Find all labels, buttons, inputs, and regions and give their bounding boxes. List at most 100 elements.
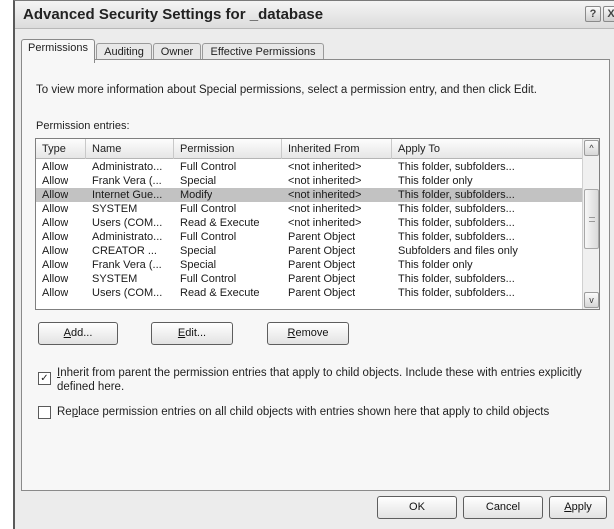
- row-cell-inherited: Parent Object: [288, 273, 356, 285]
- row-cell-name: Administrato...: [92, 231, 163, 243]
- table-row[interactable]: Allow SYSTEM Full Control <not inherited> Th…: [36, 202, 582, 216]
- row-cell-type: Allow: [42, 161, 69, 173]
- cancel-button[interactable]: Cancel: [463, 496, 543, 519]
- inherit-label-line2: defined here.: [57, 381, 125, 393]
- row-cell-apply: This folder, subfolders...: [398, 273, 515, 285]
- replace-prefix: Re: [57, 406, 72, 418]
- replace-rest: lace permission entries on all child obj…: [78, 406, 550, 418]
- add-button-label: dd...: [70, 327, 93, 339]
- scroll-thumb[interactable]: [584, 189, 599, 249]
- apply-button-mnemonic: A: [564, 501, 572, 513]
- row-cell-name: Users (COM...: [92, 217, 163, 229]
- replace-checkbox[interactable]: [38, 406, 51, 419]
- row-cell-name: Administrato...: [92, 161, 163, 173]
- help-icon[interactable]: ?: [585, 6, 601, 22]
- replace-permissions-option[interactable]: Replace permission entries on all child …: [38, 405, 598, 421]
- row-cell-type: Allow: [42, 259, 69, 271]
- scroll-down-icon[interactable]: v: [584, 292, 599, 308]
- list-header: Type Name Permission Inherited From Appl…: [36, 139, 582, 159]
- apply-button-label: pply: [571, 501, 592, 513]
- row-cell-name: Internet Gue...: [92, 189, 163, 201]
- column-header-permission[interactable]: Permission: [174, 139, 282, 159]
- row-cell-apply: This folder, subfolders...: [398, 189, 515, 201]
- row-cell-inherited: <not inherited>: [288, 217, 362, 229]
- table-row[interactable]: Allow Frank Vera (... Special <not inherite…: [36, 174, 582, 188]
- row-cell-inherited: Parent Object: [288, 245, 356, 257]
- row-cell-name: SYSTEM: [92, 203, 138, 215]
- row-cell-permission: Special: [180, 175, 217, 187]
- row-cell-type: Allow: [42, 175, 69, 187]
- tab-permissions[interactable]: Permissions: [21, 39, 95, 63]
- table-row[interactable]: Allow Administrato... Full Control Parent O…: [36, 230, 582, 244]
- permission-entries-label: Permission entries:: [36, 120, 130, 132]
- title-bar[interactable]: Advanced Security Settings for _database…: [15, 1, 614, 29]
- grip-icon: [589, 217, 595, 222]
- row-cell-apply: This folder, subfolders...: [398, 217, 515, 229]
- table-row[interactable]: Allow SYSTEM Full Control Parent Object This…: [36, 272, 582, 286]
- table-row[interactable]: Allow Administrato... Full Control <not inh…: [36, 160, 582, 174]
- row-cell-inherited: <not inherited>: [288, 175, 362, 187]
- table-row[interactable]: Allow Frank Vera (... Special Parent Object…: [36, 258, 582, 272]
- row-cell-type: Allow: [42, 245, 69, 257]
- permission-entries-list[interactable]: Type Name Permission Inherited From Appl…: [35, 138, 600, 310]
- security-settings-dialog: Advanced Security Settings for _database…: [13, 0, 614, 529]
- inherit-checkbox-label[interactable]: Inherit from parent the permission entri…: [57, 366, 582, 394]
- table-row[interactable]: Allow Internet Gue... Modify <not inherited…: [36, 188, 582, 202]
- row-cell-inherited: Parent Object: [288, 287, 356, 299]
- column-header-inherited-from[interactable]: Inherited From: [282, 139, 392, 159]
- column-header-name[interactable]: Name: [86, 139, 174, 159]
- row-cell-permission: Read & Execute: [180, 217, 260, 229]
- inherit-label-line1: nherit from parent the permission entrie…: [60, 367, 582, 379]
- row-cell-type: Allow: [42, 287, 69, 299]
- close-icon[interactable]: X: [603, 6, 614, 22]
- table-row[interactable]: Allow Users (COM... Read & Execute Parent O…: [36, 286, 582, 300]
- row-cell-inherited: <not inherited>: [288, 161, 362, 173]
- row-cell-apply: This folder, subfolders...: [398, 161, 515, 173]
- row-cell-apply: This folder only: [398, 175, 473, 187]
- row-cell-type: Allow: [42, 273, 69, 285]
- row-cell-type: Allow: [42, 217, 69, 229]
- row-cell-permission: Read & Execute: [180, 287, 260, 299]
- row-cell-permission: Modify: [180, 189, 213, 201]
- ok-button[interactable]: OK: [377, 496, 457, 519]
- window-title: Advanced Security Settings for _database: [23, 6, 324, 23]
- row-cell-inherited: <not inherited>: [288, 189, 362, 201]
- scroll-up-icon[interactable]: ^: [584, 140, 599, 156]
- row-cell-permission: Full Control: [180, 161, 237, 173]
- column-header-apply-to[interactable]: Apply To: [392, 139, 582, 159]
- row-cell-apply: Subfolders and files only: [398, 245, 518, 257]
- row-cell-inherited: <not inherited>: [288, 203, 362, 215]
- row-cell-type: Allow: [42, 203, 69, 215]
- row-cell-permission: Full Control: [180, 273, 237, 285]
- row-cell-permission: Full Control: [180, 231, 237, 243]
- row-cell-apply: This folder only: [398, 259, 473, 271]
- row-cell-name: SYSTEM: [92, 273, 138, 285]
- row-cell-inherited: Parent Object: [288, 259, 356, 271]
- row-cell-name: Users (COM...: [92, 287, 163, 299]
- table-row[interactable]: Allow CREATOR ... Special Parent Object Subf…: [36, 244, 582, 258]
- row-cell-permission: Special: [180, 245, 217, 257]
- inherit-checkbox[interactable]: ✓: [38, 372, 51, 385]
- row-cell-apply: This folder, subfolders...: [398, 231, 515, 243]
- remove-button[interactable]: Remove: [267, 322, 349, 345]
- add-button-mnemonic: A: [63, 327, 71, 339]
- row-cell-inherited: Parent Object: [288, 231, 356, 243]
- table-row[interactable]: Allow Users (COM... Read & Execute <not inh…: [36, 216, 582, 230]
- row-cell-apply: This folder, subfolders...: [398, 203, 515, 215]
- intro-text: To view more information about Special p…: [36, 84, 537, 96]
- row-cell-name: Frank Vera (...: [92, 259, 162, 271]
- row-cell-type: Allow: [42, 189, 69, 201]
- replace-checkbox-label[interactable]: Replace permission entries on all child …: [57, 405, 549, 419]
- edit-button[interactable]: Edit...: [151, 322, 233, 345]
- row-cell-name: CREATOR ...: [92, 245, 157, 257]
- inherit-permissions-option[interactable]: ✓ Inherit from parent the permission ent…: [38, 366, 598, 396]
- permissions-panel: To view more information about Special p…: [21, 59, 610, 491]
- apply-button[interactable]: Apply: [549, 496, 607, 519]
- remove-button-label: emove: [295, 327, 329, 339]
- add-button[interactable]: Add...: [38, 322, 118, 345]
- list-scrollbar[interactable]: ^ v: [582, 139, 599, 309]
- column-header-type[interactable]: Type: [36, 139, 86, 159]
- row-cell-type: Allow: [42, 231, 69, 243]
- row-cell-name: Frank Vera (...: [92, 175, 162, 187]
- row-cell-permission: Full Control: [180, 203, 237, 215]
